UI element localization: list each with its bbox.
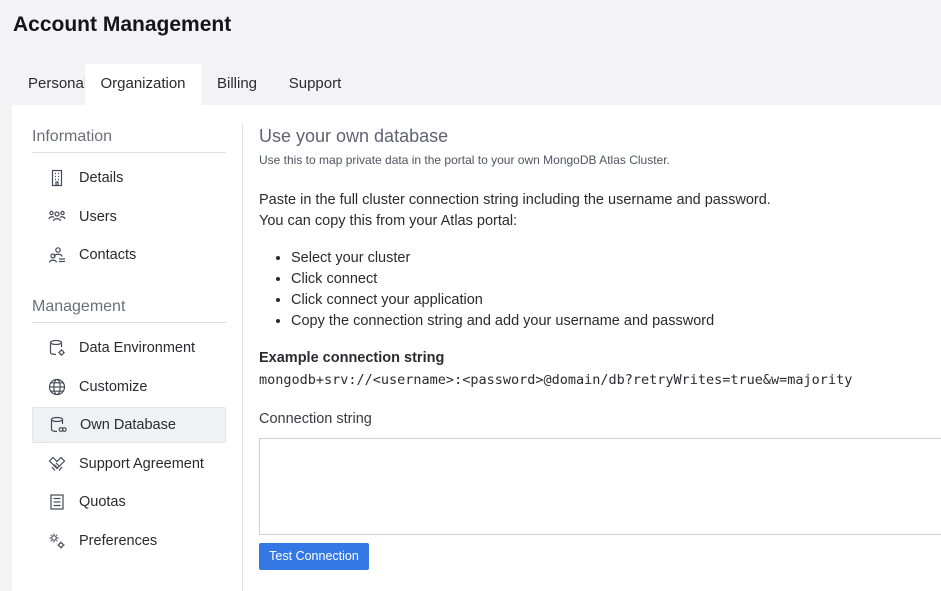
database-gear-icon (48, 339, 66, 357)
sidebar-item-data-environment[interactable]: Data Environment (32, 330, 226, 366)
sidebar-item-own-database[interactable]: Own Database (32, 407, 226, 443)
vertical-divider (242, 123, 243, 591)
example-connection-string: mongodb+srv://<username>:<password>@doma… (259, 372, 853, 388)
information-nav: Details Users Contacts (32, 153, 226, 273)
list-item: Click connect your application (291, 290, 941, 311)
own-database-section: Use your own database Use this to map pr… (259, 125, 941, 570)
page-title: Account Management (13, 13, 232, 36)
content-panel: Information Details Users Contacts Manag… (12, 105, 941, 591)
steps-list: Select your cluster Click connect Click … (259, 248, 941, 332)
users-icon (48, 208, 66, 226)
instructions: Paste in the full cluster connection str… (259, 190, 941, 232)
sidebar-item-label: Details (79, 170, 124, 186)
sidebar-item-label: Preferences (79, 532, 158, 549)
example-label: Example connection string (259, 350, 445, 366)
sidebar-item-preferences[interactable]: Preferences (32, 523, 226, 559)
tab-organization[interactable]: Organization (85, 64, 201, 105)
sidebar-item-support-agreement[interactable]: Support Agreement (32, 446, 226, 482)
sidebar: Information Details Users Contacts Manag… (32, 123, 226, 561)
list-item: Click connect (291, 269, 941, 290)
tab-bar: Personal Organization Billing Support (12, 64, 357, 105)
sidebar-item-users[interactable]: Users (32, 199, 226, 235)
sidebar-item-label: Customize (79, 378, 148, 395)
list-item: Copy the connection string and add your … (291, 311, 941, 332)
section-heading: Use your own database (259, 126, 449, 146)
sidebar-item-customize[interactable]: Customize (32, 369, 226, 405)
connection-string-input[interactable] (259, 438, 941, 535)
management-nav: Data Environment Customize Own Database … (32, 323, 226, 559)
list-item: Select your cluster (291, 248, 941, 269)
test-connection-button[interactable]: Test Connection (259, 543, 369, 570)
section-subtitle: Use this to map private data in the port… (259, 153, 670, 167)
handshake-icon (48, 455, 66, 473)
sidebar-item-details[interactable]: Details (32, 160, 226, 196)
sidebar-item-label: Users (79, 208, 117, 225)
globe-icon (48, 378, 66, 396)
tab-support[interactable]: Support (273, 64, 357, 105)
sidebar-item-contacts[interactable]: Contacts (32, 237, 226, 273)
sidebar-item-label: Support Agreement (79, 455, 204, 472)
connection-string-label: Connection string (259, 411, 372, 427)
sidebar-item-label: Contacts (79, 247, 137, 263)
tab-billing[interactable]: Billing (201, 64, 273, 105)
contacts-icon (48, 246, 66, 264)
section-title-information: Information (32, 123, 226, 153)
list-icon (48, 493, 66, 511)
sidebar-item-label: Quotas (79, 494, 126, 510)
gears-icon (48, 532, 66, 550)
sidebar-item-label: Own Database (80, 417, 176, 433)
sidebar-item-quotas[interactable]: Quotas (32, 484, 226, 520)
building-icon (48, 169, 66, 187)
instruction-line: Paste in the full cluster connection str… (259, 192, 771, 208)
sidebar-item-label: Data Environment (79, 340, 196, 356)
tab-personal[interactable]: Personal (12, 64, 87, 105)
instruction-line: You can copy this from your Atlas portal… (259, 213, 518, 229)
section-title-management: Management (32, 293, 226, 323)
database-link-icon (49, 416, 67, 434)
